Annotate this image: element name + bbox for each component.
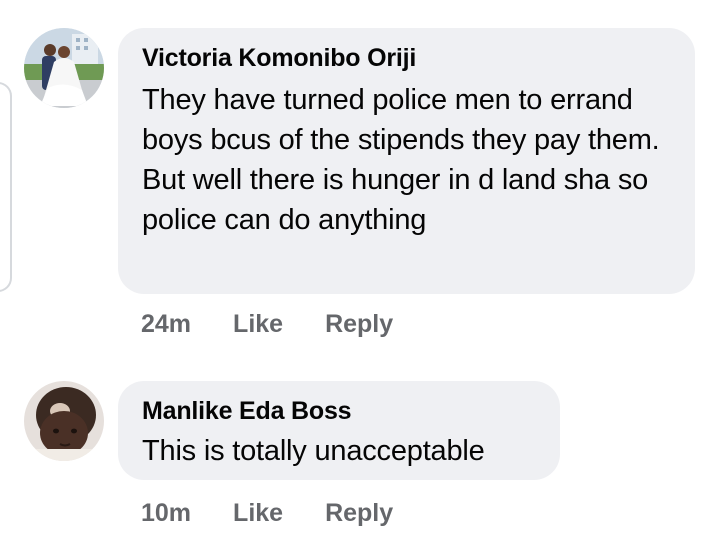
avatar[interactable] (24, 28, 104, 108)
like-button[interactable]: Like (233, 308, 283, 340)
reply-button[interactable]: Reply (325, 308, 393, 340)
reply-button[interactable]: Reply (325, 497, 393, 529)
comment-actions: 24m Like Reply (141, 308, 393, 340)
comment-text: They have turned police men to errand bo… (142, 84, 660, 236)
comment-actions: 10m Like Reply (141, 497, 393, 529)
comment-author-name[interactable]: Victoria Komonibo Oriji (142, 42, 671, 74)
comment-bubble: Manlike Eda Boss This is totally unaccep… (118, 381, 560, 480)
like-button[interactable]: Like (233, 497, 283, 529)
comment-timestamp[interactable]: 10m (141, 497, 191, 529)
comment-timestamp[interactable]: 24m (141, 308, 191, 340)
wedding-couple-avatar-icon (24, 28, 104, 108)
comment-bubble: Victoria Komonibo Oriji They have turned… (118, 28, 695, 294)
reply-thread-connector (0, 82, 12, 292)
comment-author-name[interactable]: Manlike Eda Boss (142, 395, 536, 427)
child-avatar-icon (24, 381, 104, 461)
avatar[interactable] (24, 381, 104, 461)
comment-text: This is totally unacceptable (142, 435, 485, 467)
